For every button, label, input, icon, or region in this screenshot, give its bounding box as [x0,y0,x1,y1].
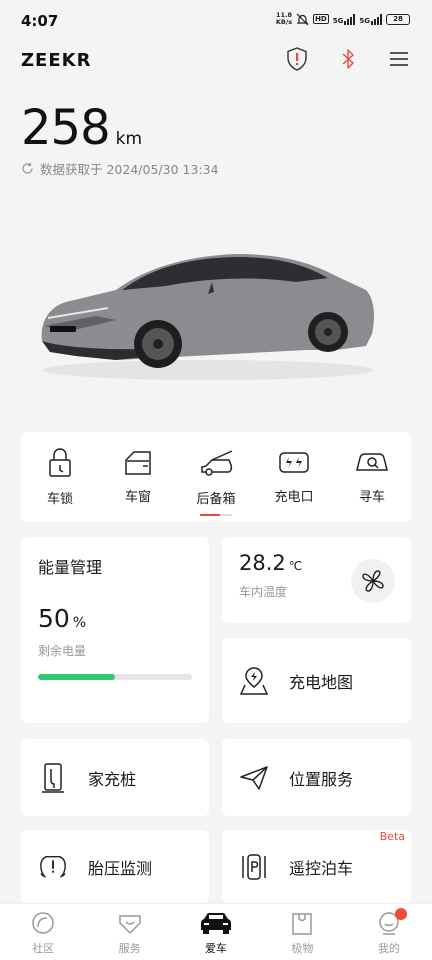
tab-profile[interactable]: 我的 [346,904,432,960]
clock: 4:07 [21,12,59,30]
energy-card[interactable]: 能量管理 50% 剩余电量 [21,537,209,723]
page-indicator [200,514,232,516]
tire-pressure-tile[interactable]: 胎压监测 [21,830,209,903]
network-speed: 11.8 KB/s [275,11,293,26]
car-icon [201,913,232,934]
data-timestamp: 数据获取于 2024/05/30 13:34 [40,162,219,177]
signal-sim1: 5G [333,13,356,25]
notification-dot [394,908,407,920]
battery-progress [38,674,192,680]
community-icon [32,912,54,934]
quick-find-car[interactable]: 寻车 [333,432,411,522]
shop-icon [292,913,313,935]
charging-map-icon [239,666,269,695]
app-header: ZEEKR [0,44,432,80]
tab-service[interactable]: 服务 [86,904,172,960]
battery-indicator: 28 [386,13,410,25]
battery-label: 剩余电量 [38,644,87,658]
data-refresh[interactable]: 数据获取于 2024/05/30 13:34 [21,159,219,178]
battery-progress-fill [38,674,115,680]
beta-badge: Beta [379,830,405,843]
energy-title: 能量管理 [38,558,103,577]
lock-icon [49,448,71,477]
quick-window[interactable]: 车窗 [99,432,177,522]
paper-plane-icon [240,765,268,790]
shield-alert-icon[interactable] [284,46,310,72]
remote-parking-tile[interactable]: Beta 遥控泊车 [222,830,411,903]
charging-map-tile[interactable]: 充电地图 [222,638,411,723]
home-charger-tile[interactable]: 家充桩 [21,739,209,816]
status-bar: 4:07 11.8 KB/s HD 5G 5G 28 [0,0,432,42]
fan-button[interactable] [351,559,395,603]
range-display: 258 km [21,100,142,156]
status-indicators: 11.8 KB/s HD 5G 5G 28 [276,12,410,26]
car-image[interactable] [36,246,380,384]
cabin-temperature-label: 车内温度 [239,585,288,599]
find-car-icon [356,453,388,471]
bluetooth-icon[interactable] [335,46,361,72]
signal-sim2: 5G [359,13,382,25]
home-charger-icon [42,762,64,793]
tab-shop[interactable]: 极物 [259,904,345,960]
quick-lock[interactable]: 车锁 [21,432,99,522]
window-icon [125,451,151,475]
quick-charge-port[interactable]: 充电口 [255,432,333,522]
location-service-tile[interactable]: 位置服务 [222,739,411,816]
bottom-tab-bar: 社区 服务 爱车 极物 我的 [0,903,432,960]
brand-logo: ZEEKR [21,50,92,71]
remote-parking-icon [242,853,266,880]
battery-percent: 50% [38,604,87,633]
temperature-card[interactable]: 28.2 ℃ 车内温度 [222,537,411,623]
tab-community[interactable]: 社区 [0,904,86,960]
refresh-icon[interactable] [21,162,34,175]
quick-trunk[interactable]: 后备箱 [177,432,255,522]
tab-my-car[interactable]: 爱车 [173,904,259,960]
tire-pressure-icon [40,855,66,878]
quick-controls-panel: 车锁 车窗 后备箱 充电口 寻车 [21,432,411,522]
menu-icon[interactable] [386,46,412,72]
service-icon [118,915,141,935]
charge-port-icon [279,452,309,473]
range-value: 258 [21,100,111,156]
cabin-temperature: 28.2 ℃ [239,551,303,575]
fan-icon [362,570,384,592]
hd-badge: HD [313,14,329,24]
mute-bell-icon [296,13,309,25]
trunk-icon [201,450,233,476]
range-unit: km [115,129,143,149]
